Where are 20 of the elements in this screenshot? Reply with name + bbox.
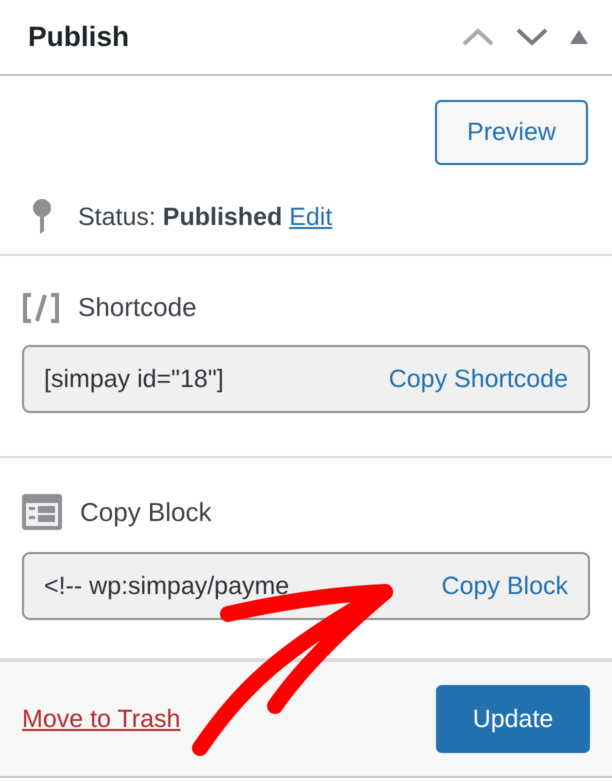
panel-title: Publish bbox=[28, 21, 130, 53]
preview-button[interactable]: Preview bbox=[435, 100, 588, 165]
field-value: [simpay id="18"] bbox=[44, 364, 224, 394]
copy-button[interactable]: Copy Shortcode bbox=[388, 364, 568, 394]
trash-link[interactable]: Move to Trash bbox=[22, 704, 180, 734]
section-title: Shortcode bbox=[78, 292, 197, 323]
edit-link[interactable]: Edit bbox=[289, 202, 332, 230]
chevron-up-icon[interactable] bbox=[462, 28, 494, 46]
block-icon bbox=[22, 494, 62, 530]
triangle-up-icon[interactable] bbox=[570, 30, 588, 44]
section-title: Copy Block bbox=[80, 496, 212, 528]
code-field[interactable]: <!-- wp:simpay/payme Copy Block bbox=[22, 552, 590, 620]
shortcode-icon bbox=[22, 292, 60, 322]
status-text: Status: Published Edit bbox=[78, 202, 332, 232]
pin-icon bbox=[32, 199, 52, 235]
copy-button[interactable]: Copy Block bbox=[442, 572, 568, 600]
field-value: <!-- wp:simpay/payme bbox=[44, 572, 290, 600]
chevron-down-icon[interactable] bbox=[516, 28, 548, 46]
code-field[interactable]: [simpay id="18"] Copy Shortcode bbox=[22, 345, 590, 413]
update-button[interactable]: Update bbox=[436, 685, 590, 753]
